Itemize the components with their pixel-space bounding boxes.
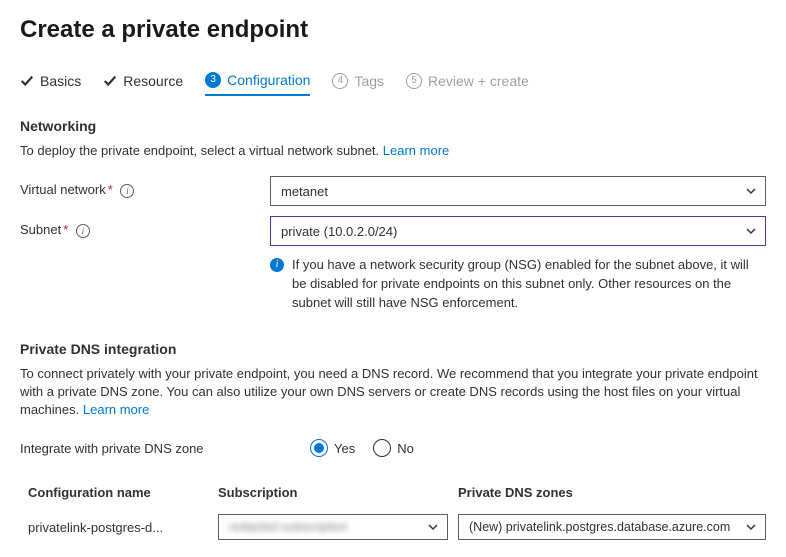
step-label: Tags	[354, 73, 384, 89]
dns-zone-select[interactable]: (New) privatelink.postgres.database.azur…	[458, 514, 766, 540]
step-tags[interactable]: 4 Tags	[332, 73, 384, 95]
nsg-note: i If you have a network security group (…	[270, 256, 766, 313]
row-integrate-dns: Integrate with private DNS zone Yes No	[20, 435, 766, 467]
info-icon[interactable]: i	[76, 224, 90, 238]
wizard-steps: Basics Resource 3 Configuration 4 Tags 5…	[20, 72, 766, 96]
select-value: metanet	[281, 184, 328, 199]
chevron-down-icon	[427, 521, 439, 533]
learn-more-link[interactable]: Learn more	[83, 402, 149, 417]
desc-text: To deploy the private endpoint, select a…	[20, 143, 383, 158]
info-icon[interactable]: i	[120, 184, 134, 198]
chevron-down-icon	[745, 225, 757, 237]
label-text: Subnet	[20, 222, 61, 237]
dns-heading: Private DNS integration	[20, 341, 766, 357]
networking-heading: Networking	[20, 118, 766, 134]
note-text: If you have a network security group (NS…	[292, 256, 766, 313]
label-text: Virtual network	[20, 182, 106, 197]
page-title: Create a private endpoint	[20, 16, 766, 44]
chevron-down-icon	[745, 521, 757, 533]
integrate-radio-group: Yes No	[310, 435, 414, 457]
step-resource[interactable]: Resource	[103, 73, 183, 95]
subnet-label: Subnet* i	[20, 216, 270, 238]
select-value: private (10.0.2.0/24)	[281, 224, 397, 239]
step-number-icon: 3	[205, 72, 221, 88]
step-review[interactable]: 5 Review + create	[406, 73, 529, 95]
required-icon: *	[63, 222, 68, 237]
chevron-down-icon	[745, 185, 757, 197]
vnet-label: Virtual network* i	[20, 176, 270, 198]
radio-label: No	[397, 441, 414, 456]
check-icon	[20, 74, 34, 88]
subnet-select[interactable]: private (10.0.2.0/24)	[270, 216, 766, 246]
table-row: privatelink-postgres-d... redacted subsc…	[28, 514, 766, 540]
radio-yes[interactable]: Yes	[310, 439, 355, 457]
radio-icon	[373, 439, 391, 457]
table-header: Configuration name Subscription Private …	[28, 485, 766, 504]
dns-table: Configuration name Subscription Private …	[20, 485, 766, 540]
required-icon: *	[108, 182, 113, 197]
row-subnet: Subnet* i private (10.0.2.0/24)	[20, 216, 766, 248]
select-value: redacted subscription	[229, 520, 348, 534]
subscription-select[interactable]: redacted subscription	[218, 514, 448, 540]
info-icon: i	[270, 258, 284, 272]
step-label: Configuration	[227, 72, 310, 88]
step-label: Resource	[123, 73, 183, 89]
check-icon	[103, 74, 117, 88]
row-virtual-network: Virtual network* i metanet	[20, 176, 766, 208]
radio-icon	[310, 439, 328, 457]
vnet-select[interactable]: metanet	[270, 176, 766, 206]
config-name-cell: privatelink-postgres-d...	[28, 520, 218, 535]
col-zone: Private DNS zones	[458, 485, 766, 500]
networking-desc: To deploy the private endpoint, select a…	[20, 142, 766, 160]
step-label: Review + create	[428, 73, 529, 89]
radio-no[interactable]: No	[373, 439, 414, 457]
step-configuration[interactable]: 3 Configuration	[205, 72, 310, 96]
radio-label: Yes	[334, 441, 355, 456]
step-number-icon: 4	[332, 73, 348, 89]
step-number-icon: 5	[406, 73, 422, 89]
select-value: (New) privatelink.postgres.database.azur…	[469, 520, 730, 534]
step-label: Basics	[40, 73, 81, 89]
dns-desc: To connect privately with your private e…	[20, 365, 766, 420]
integrate-label: Integrate with private DNS zone	[20, 435, 310, 456]
step-basics[interactable]: Basics	[20, 73, 81, 95]
col-subscription: Subscription	[218, 485, 458, 500]
col-config: Configuration name	[28, 485, 218, 500]
learn-more-link[interactable]: Learn more	[383, 143, 449, 158]
